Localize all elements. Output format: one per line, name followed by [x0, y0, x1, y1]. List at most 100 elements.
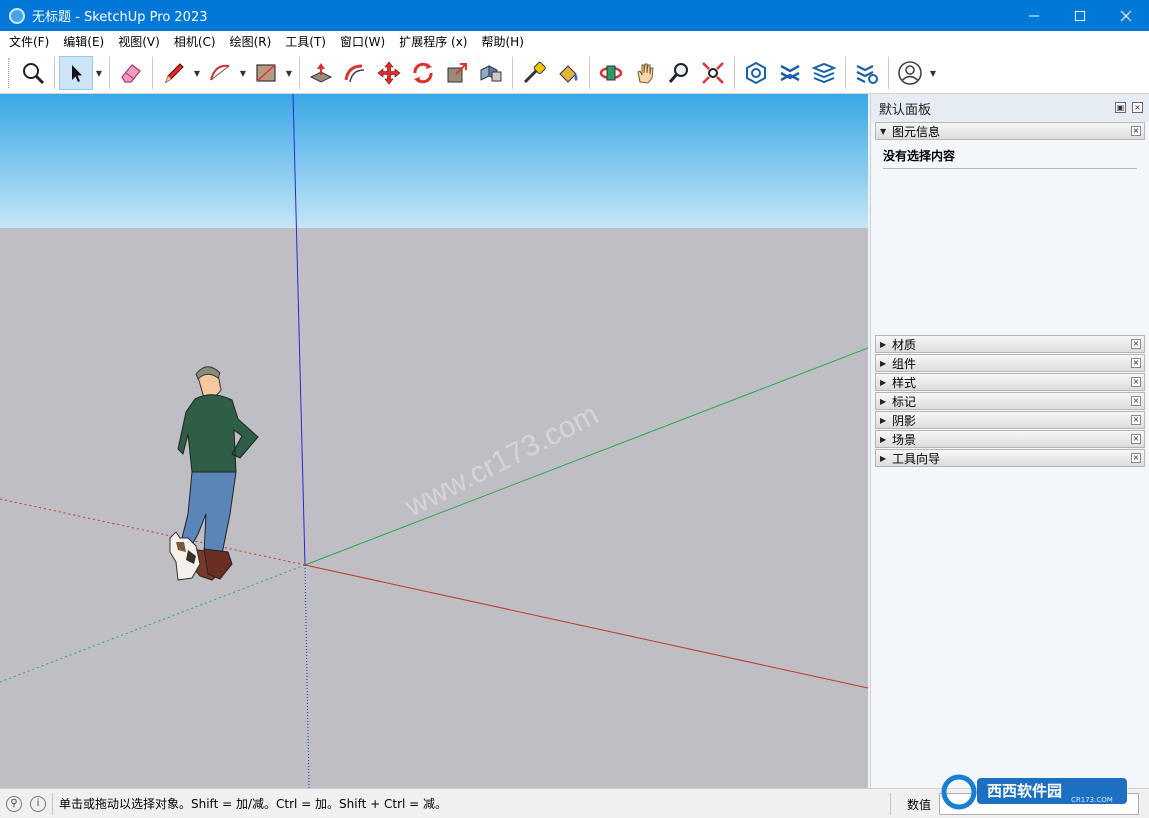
- tray-scenes[interactable]: ▶ 场景 ×: [875, 430, 1145, 448]
- toolbar-grip[interactable]: [8, 58, 12, 88]
- push-pull-icon: [309, 63, 333, 83]
- close-button[interactable]: [1103, 0, 1149, 31]
- account-button[interactable]: [893, 56, 927, 90]
- tray-close-icon[interactable]: ×: [1131, 453, 1141, 463]
- extension-manager-icon: [856, 65, 878, 84]
- menu-draw[interactable]: 绘图(R): [223, 31, 279, 53]
- rotate-tool-button[interactable]: [406, 56, 440, 90]
- tray-label: 标记: [892, 394, 917, 409]
- offset-tool-button[interactable]: [338, 56, 372, 90]
- title-bar: 无标题 - SketchUp Pro 2023: [0, 0, 1149, 31]
- extension-warehouse-icon: [780, 64, 800, 82]
- tape-measure-tool-button[interactable]: [517, 56, 551, 90]
- minimize-icon: [1029, 15, 1039, 16]
- tray-close-icon[interactable]: ×: [1131, 377, 1141, 387]
- menu-help[interactable]: 帮助(H): [474, 31, 530, 53]
- geolocation-icon[interactable]: ⚲: [6, 795, 22, 812]
- modeling-viewport[interactable]: www.cr173.com: [0, 94, 868, 788]
- tray-close-icon[interactable]: ×: [1131, 358, 1141, 368]
- logo-url-text: CR173.COM: [1071, 796, 1113, 804]
- arc-tool-dropdown[interactable]: ▼: [237, 56, 249, 90]
- toolbar-separator: [152, 57, 153, 89]
- collapsed-triangle-icon: ▶: [880, 415, 887, 425]
- account-dropdown[interactable]: ▼: [927, 56, 939, 90]
- tray-label: 阴影: [892, 413, 917, 428]
- menu-view[interactable]: 视图(V): [111, 31, 167, 53]
- arc-tool-button[interactable]: [203, 56, 237, 90]
- pan-tool-button[interactable]: [628, 56, 662, 90]
- minimize-button[interactable]: [1011, 0, 1057, 31]
- expanded-triangle-icon: ▼: [880, 126, 887, 136]
- search-button[interactable]: [16, 56, 50, 90]
- panel-close-icon[interactable]: ×: [1132, 102, 1143, 113]
- no-selection-text: 没有选择内容: [883, 147, 1137, 169]
- menu-window[interactable]: 窗口(W): [333, 31, 392, 53]
- menu-camera[interactable]: 相机(C): [167, 31, 223, 53]
- select-tool-button[interactable]: [59, 56, 93, 90]
- rectangle-tool-button[interactable]: [249, 56, 283, 90]
- tray-entity-info[interactable]: ▼ 图元信息 ×: [875, 122, 1145, 140]
- tray-materials[interactable]: ▶ 材质 ×: [875, 335, 1145, 353]
- maximize-button[interactable]: [1057, 0, 1103, 31]
- pin-icon[interactable]: ▣: [1115, 102, 1126, 113]
- site-logo-badge: 西西软件园 CR173.COM: [941, 774, 1127, 810]
- menu-edit[interactable]: 编辑(E): [56, 31, 111, 53]
- send-to-layout-button[interactable]: [807, 56, 841, 90]
- menu-extensions[interactable]: 扩展程序 (x): [392, 31, 474, 53]
- tray-close-icon[interactable]: ×: [1131, 415, 1141, 425]
- tray-styles[interactable]: ▶ 样式 ×: [875, 373, 1145, 391]
- tray-close-icon[interactable]: ×: [1131, 434, 1141, 444]
- tray-close-icon[interactable]: ×: [1131, 396, 1141, 406]
- select-tool-dropdown[interactable]: ▼: [93, 56, 105, 90]
- extension-warehouse-button[interactable]: [773, 56, 807, 90]
- menu-tools[interactable]: 工具(T): [278, 31, 333, 53]
- paint-bucket-tool-button[interactable]: [551, 56, 585, 90]
- rectangle-icon: [256, 64, 276, 82]
- collapsed-triangle-icon: ▶: [880, 358, 887, 368]
- maximize-icon: [1075, 10, 1085, 21]
- tray-close-icon[interactable]: ×: [1131, 126, 1141, 136]
- scene-canvas[interactable]: [0, 94, 868, 788]
- tray-label: 工具向导: [892, 451, 941, 466]
- zoom-icon: [668, 63, 688, 83]
- toolbar-separator: [845, 57, 846, 89]
- paint-bucket-icon: [559, 65, 578, 83]
- tray-label: 材质: [892, 337, 917, 352]
- extension-manager-button[interactable]: [850, 56, 884, 90]
- tray-close-icon[interactable]: ×: [1131, 339, 1141, 349]
- rectangle-tool-dropdown[interactable]: ▼: [283, 56, 295, 90]
- line-tool-button[interactable]: [157, 56, 191, 90]
- tray-instructor[interactable]: ▶ 工具向导 ×: [875, 449, 1145, 467]
- tray-label: 样式: [892, 375, 917, 390]
- layout-icon: [811, 62, 837, 84]
- status-hint: 单击或拖动以选择对象。Shift = 加/减。Ctrl = 加。Shift + …: [59, 797, 448, 811]
- scale-tool-button[interactable]: [440, 56, 474, 90]
- panel-header: 默认面板 ▣ ×: [871, 94, 1149, 122]
- tray-shadows[interactable]: ▶ 阴影 ×: [875, 411, 1145, 429]
- solid-tools-button[interactable]: [474, 56, 508, 90]
- offset-icon: [344, 64, 365, 83]
- push-pull-tool-button[interactable]: [304, 56, 338, 90]
- toolbar-separator: [734, 57, 735, 89]
- tray-label: 场景: [892, 432, 917, 447]
- select-arrow-icon: [72, 65, 82, 82]
- line-tool-dropdown[interactable]: ▼: [191, 56, 203, 90]
- eraser-tool-button[interactable]: [114, 56, 148, 90]
- collapsed-triangle-icon: ▶: [880, 377, 887, 387]
- collapsed-triangle-icon: ▶: [880, 396, 887, 406]
- info-icon[interactable]: i: [30, 795, 46, 812]
- toolbar-separator: [299, 57, 300, 89]
- menu-bar: 文件(F) 编辑(E) 视图(V) 相机(C) 绘图(R) 工具(T) 窗口(W…: [0, 31, 1149, 53]
- scale-icon: [447, 63, 467, 83]
- zoom-extents-button[interactable]: [696, 56, 730, 90]
- orbit-icon: [599, 65, 623, 81]
- 3d-warehouse-button[interactable]: [739, 56, 773, 90]
- tray-tags[interactable]: ▶ 标记 ×: [875, 392, 1145, 410]
- orbit-tool-button[interactable]: [594, 56, 628, 90]
- move-icon: [377, 61, 401, 85]
- tray-components[interactable]: ▶ 组件 ×: [875, 354, 1145, 372]
- move-tool-button[interactable]: [372, 56, 406, 90]
- menu-file[interactable]: 文件(F): [2, 31, 56, 53]
- panel-title: 默认面板: [879, 102, 932, 118]
- zoom-tool-button[interactable]: [662, 56, 696, 90]
